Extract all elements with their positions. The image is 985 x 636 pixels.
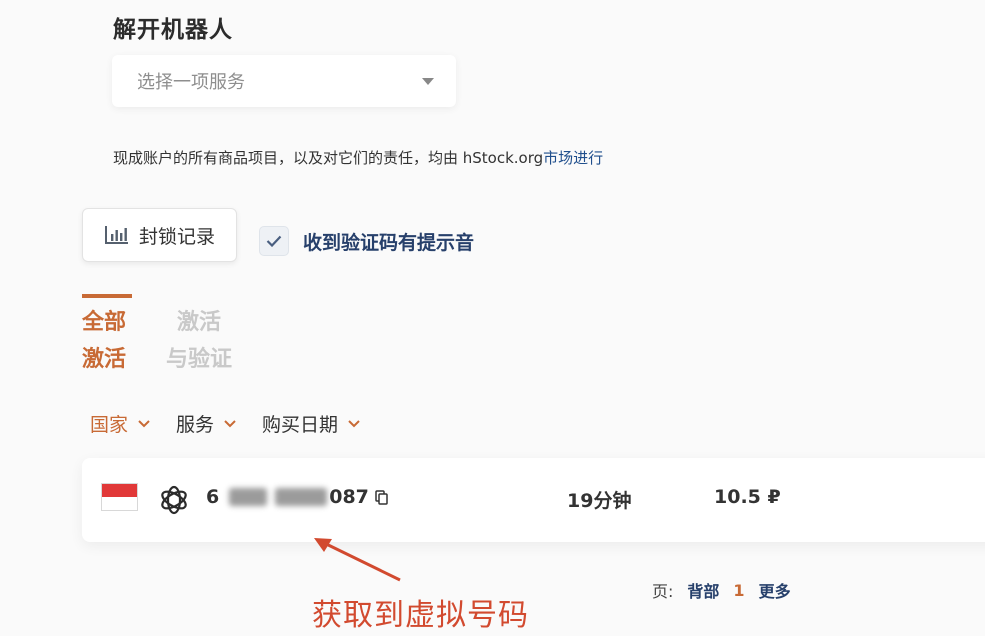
- pagination-current-page[interactable]: 1: [733, 581, 744, 600]
- phone-prefix: 6: [206, 486, 220, 508]
- filter-purchase-date[interactable]: 购买日期: [262, 410, 360, 437]
- tab-verify-line1: 激活: [176, 310, 221, 335]
- activation-duration: 19分钟: [567, 490, 632, 512]
- filter-country[interactable]: 国家: [90, 410, 150, 437]
- pagination: 页: 背部 1 更多: [652, 578, 791, 602]
- ban-history-label: 封锁记录: [138, 225, 215, 248]
- tab-all-line2: 激活: [82, 347, 127, 372]
- notice-body: 现成账户的所有商品项目，以及对它们的责任，均由 hStock.org: [113, 149, 544, 167]
- filter-bar: 国家 服务 购买日期: [90, 410, 360, 437]
- sound-notify-option[interactable]: 收到验证码有提示音: [259, 226, 474, 256]
- pagination-label: 页:: [652, 582, 674, 601]
- caret-down-icon: [422, 77, 434, 85]
- ban-history-button[interactable]: 封锁记录: [82, 208, 237, 262]
- market-link[interactable]: 市场进行: [543, 149, 603, 167]
- filter-service-label: 服务: [176, 414, 215, 436]
- annotation-arrow-icon: [314, 538, 401, 582]
- redacted-digits: [275, 488, 328, 506]
- redacted-digits: [229, 488, 268, 506]
- check-icon: [266, 235, 282, 247]
- filter-country-label: 国家: [90, 414, 129, 436]
- chevron-down-icon: [348, 419, 360, 427]
- service-select[interactable]: 选择一项服务: [112, 55, 456, 107]
- activation-row[interactable]: 6 087 19分钟 10.5 ₽: [82, 458, 985, 542]
- virtual-phone-number: 6 087: [206, 486, 388, 508]
- sound-notify-checkbox[interactable]: [259, 226, 289, 256]
- sound-notify-label: 收到验证码有提示音: [303, 231, 475, 254]
- pagination-more-button[interactable]: 更多: [759, 578, 791, 602]
- tab-verify-line2: 与验证: [165, 347, 232, 372]
- openai-icon: [161, 485, 187, 515]
- service-select-placeholder: 选择一项服务: [137, 72, 245, 93]
- chevron-down-icon: [138, 419, 150, 427]
- activation-price: 10.5 ₽: [714, 486, 781, 508]
- tab-all-line1: 全部: [82, 310, 127, 335]
- annotation-caption: 获取到虚拟号码: [312, 598, 529, 633]
- copy-icon[interactable]: [375, 489, 388, 505]
- page: 解开机器人 选择一项服务 现成账户的所有商品项目，以及对它们的责任，均由 hSt…: [0, 0, 985, 636]
- tab-all-activations[interactable]: 全部 激活: [82, 294, 132, 378]
- pagination-back-button[interactable]: 背部: [687, 578, 719, 602]
- chevron-down-icon: [224, 419, 236, 427]
- phone-suffix: 087: [329, 486, 369, 508]
- notice-text: 现成账户的所有商品项目，以及对它们的责任，均由 hStock.org市场进行: [113, 147, 603, 168]
- filter-service[interactable]: 服务: [176, 410, 236, 437]
- tab-activation-verification[interactable]: 激活 与验证: [159, 294, 239, 378]
- page-title: 解开机器人: [113, 17, 233, 43]
- filter-date-label: 购买日期: [262, 414, 339, 436]
- indonesia-flag-icon: [101, 483, 138, 511]
- bar-chart-icon: [104, 226, 128, 244]
